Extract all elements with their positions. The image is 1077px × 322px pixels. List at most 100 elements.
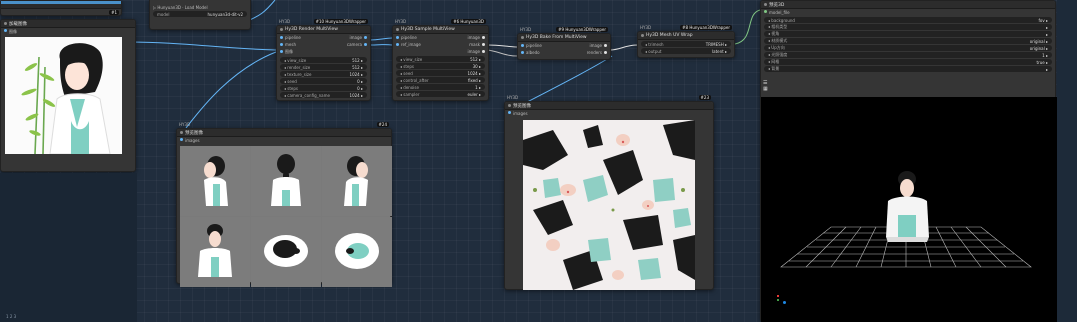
input-label: albedo xyxy=(521,50,540,55)
widget-label: ◂ steps xyxy=(284,85,299,91)
widget--[interactable]: ◂ 背景 ▸ xyxy=(764,66,1052,72)
node-category: HY3D xyxy=(520,27,532,32)
widget--[interactable]: ◂ 相机类型 ▸ xyxy=(764,24,1052,30)
grid-icon[interactable]: ▦ xyxy=(763,86,769,92)
loaded-image-preview xyxy=(5,37,122,154)
mesh-uv-wrap-node[interactable]: HY3D #8 Hunyuan3DWrapper Hy3D Mesh UV Wr… xyxy=(637,25,735,58)
right-scrollbar[interactable] xyxy=(1057,0,1077,322)
widget-label: ◂ 相机类型 xyxy=(768,24,788,29)
widget-steps[interactable]: ◂ steps 30 ▸ xyxy=(396,63,485,69)
footer-left-text: 1 2 3 xyxy=(6,314,17,319)
left-partial-node[interactable]: #1 xyxy=(0,0,122,16)
node-title: 预览3D xyxy=(769,2,785,8)
node-header[interactable]: Hy3D Render MultiView xyxy=(277,26,370,34)
view-top xyxy=(251,217,321,287)
output-socket[interactable] xyxy=(482,50,485,53)
collapse-dot[interactable] xyxy=(396,28,399,31)
node-selection-bar xyxy=(1,1,121,4)
widget-up-[interactable]: ◂ Up方向 original ▸ xyxy=(764,45,1052,51)
sample-multiview-node[interactable]: HY3D #6 Hunyuan3D Hy3D Sample MultiView … xyxy=(392,19,489,101)
widget--[interactable]: ◂ 光照强度 1 ▸ xyxy=(764,52,1052,58)
widget-output[interactable]: ◂ output latent ▸ xyxy=(641,48,731,54)
output-socket[interactable] xyxy=(604,44,607,47)
node-header[interactable]: Hy3D Sample MultiView xyxy=(393,26,488,34)
collapse-dot[interactable] xyxy=(521,36,524,39)
widget-denoise[interactable]: ◂ denoise 1 ▸ xyxy=(396,84,485,90)
preview-multiview-node[interactable]: HY3D #24 预览图像 images xyxy=(176,122,392,287)
widget--[interactable]: ◂ 视角 ▸ xyxy=(764,31,1052,37)
collapse-dot[interactable] xyxy=(280,28,283,31)
input-socket[interactable] xyxy=(280,50,283,53)
widget-label: ◂ view_size xyxy=(284,57,307,63)
widget-view-size[interactable]: ◂ view_size 512 ▸ xyxy=(280,57,367,63)
widget-texture-size[interactable]: ◂ texture_size 1024 ▸ xyxy=(280,71,367,77)
input-socket[interactable] xyxy=(396,43,399,46)
collapse-dot[interactable] xyxy=(764,3,767,6)
input-socket[interactable] xyxy=(396,36,399,39)
3d-viewport[interactable] xyxy=(761,97,1057,322)
widget-label: ◂ steps xyxy=(400,63,415,69)
input-socket[interactable] xyxy=(280,36,283,39)
view-bottom xyxy=(322,217,392,287)
node-header[interactable]: 预览3D xyxy=(761,1,1055,9)
output-socket[interactable] xyxy=(4,29,7,32)
widget-label: ◂ 光照强度 xyxy=(768,52,788,57)
widget--[interactable]: ◂ 材质模式 original ▸ xyxy=(764,38,1052,44)
output-socket[interactable] xyxy=(364,36,367,39)
widget-control-after[interactable]: ◂ control_after fixed ▸ xyxy=(396,77,485,83)
load-image-node[interactable]: 加载图像 图像 xyxy=(0,19,136,172)
output-row: 图像 xyxy=(1,28,135,36)
render-multiview-node[interactable]: HY3D #10 Hunyuan3DWrapper Hy3D Render Mu… xyxy=(276,19,371,101)
node-header[interactable]: 预览图像 xyxy=(505,102,713,110)
widget-value: 30 ▸ xyxy=(472,63,481,69)
widget-sampler[interactable]: ◂ sampler euler ▸ xyxy=(396,91,485,97)
collapse-dot[interactable] xyxy=(180,131,183,134)
preview-3d-node[interactable]: 预览3D model_file ◂ background fov ▸ ◂ 相机类型 … xyxy=(760,0,1057,322)
collapse-dot[interactable] xyxy=(4,22,7,25)
input-socket[interactable] xyxy=(180,138,183,141)
socket-row: albedo renders xyxy=(518,49,610,56)
output-socket[interactable] xyxy=(604,51,607,54)
widget-value: 512 ▸ xyxy=(470,56,481,62)
node-badge: #1 xyxy=(109,10,119,15)
node-header[interactable]: Hy3D Bake From MultiView xyxy=(518,34,610,42)
widget-render-size[interactable]: ◂ render_size 512 ▸ xyxy=(280,64,367,70)
widget-value: original ▸ xyxy=(1029,38,1048,44)
widget-view-size[interactable]: ◂ view_size 512 ▸ xyxy=(396,56,485,62)
collapse-dot[interactable] xyxy=(641,34,644,37)
node-header[interactable]: Hy3D Mesh UV Wrap xyxy=(638,32,734,40)
widget-steps[interactable]: ◂ steps 0 ▸ xyxy=(280,85,367,91)
widget-background[interactable]: ◂ background fov ▸ xyxy=(764,17,1052,23)
output-label: renders xyxy=(587,50,607,55)
collapse-dot[interactable] xyxy=(508,104,511,107)
input-socket[interactable] xyxy=(521,51,524,54)
input-socket[interactable] xyxy=(521,44,524,47)
input-socket[interactable] xyxy=(764,10,767,13)
widget-seed[interactable]: ◂ seed 1024 ▸ xyxy=(396,70,485,76)
input-socket[interactable] xyxy=(508,111,511,114)
widget-camera-config-name[interactable]: ◂ camera_config_name 1024 ▸ xyxy=(280,92,367,98)
widget-label: ◂ camera_config_name xyxy=(284,92,330,98)
load-model-node[interactable]: ▷ Hunyuan3D · Load Model model hunyuan3d-… xyxy=(149,0,251,30)
node-category: HY3D xyxy=(179,122,191,127)
node-header[interactable]: 加载图像 xyxy=(1,20,135,28)
preview-texture-node[interactable]: HY3D #23 预览图像 images xyxy=(504,95,714,290)
input-socket[interactable] xyxy=(280,43,283,46)
output-socket[interactable] xyxy=(482,36,485,39)
node-category: HY3D xyxy=(395,19,407,24)
widget-trimesh[interactable]: ◂ trimesh TRIMESH ▸ xyxy=(641,41,731,47)
output-socket[interactable] xyxy=(482,43,485,46)
input-label: ref_image xyxy=(396,42,421,47)
input-label: pipeline xyxy=(280,35,301,40)
output-socket[interactable] xyxy=(364,43,367,46)
widget-label: ◂ view_size xyxy=(400,56,423,62)
node-title: 预览图像 xyxy=(513,103,531,109)
node-category: HY3D xyxy=(507,95,519,100)
widget--[interactable]: ◂ 网格 true ▸ xyxy=(764,59,1052,65)
widget-value: 1024 ▸ xyxy=(349,92,363,98)
bake-multiview-node[interactable]: HY3D #9 Hunyuan3DWrapper Hy3D Bake From … xyxy=(517,27,611,60)
node-title: Hy3D Sample MultiView xyxy=(401,27,455,32)
widget-seed[interactable]: ◂ seed 0 ▸ xyxy=(280,78,367,84)
node-header[interactable]: 预览图像 xyxy=(177,129,391,137)
model-select[interactable]: model hunyuan3d-dit-v2 xyxy=(153,11,247,17)
